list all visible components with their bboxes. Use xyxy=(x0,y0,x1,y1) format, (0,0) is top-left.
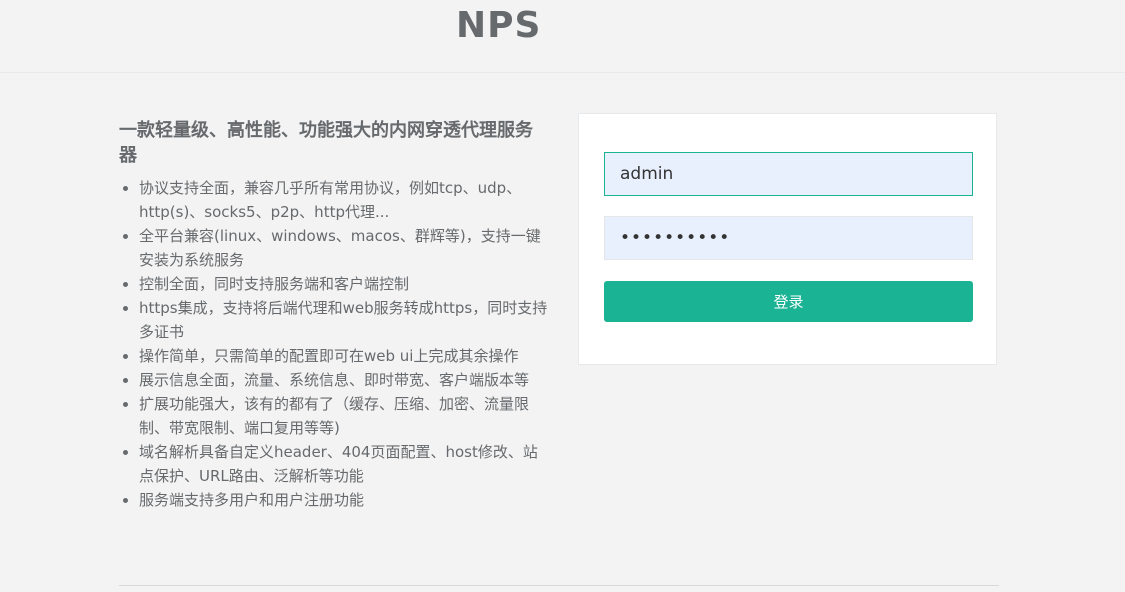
feature-item: https集成，支持将后端代理和web服务转成https，同时支持多证书 xyxy=(139,296,549,344)
feature-item: 控制全面，同时支持服务端和客户端控制 xyxy=(139,272,549,296)
login-form: 登录 xyxy=(578,113,997,365)
feature-item: 服务端支持多用户和用户注册功能 xyxy=(139,488,549,512)
feature-item: 全平台兼容(linux、windows、macos、群辉等)，支持一键安装为系统… xyxy=(139,224,549,272)
top-header: NPS xyxy=(0,0,1125,73)
feature-item: 扩展功能强大，该有的都有了（缓存、压缩、加密、流量限制、带宽限制、端口复用等等) xyxy=(139,392,549,440)
feature-item: 操作简单，只需简单的配置即可在web ui上完成其余操作 xyxy=(139,344,549,368)
feature-item: 域名解析具备自定义header、404页面配置、host修改、站点保护、URL路… xyxy=(139,440,549,488)
feature-list: 协议支持全面，兼容几乎所有常用协议，例如tcp、udp、http(s)、sock… xyxy=(119,176,549,512)
username-input[interactable] xyxy=(604,152,973,196)
app-logo: NPS xyxy=(456,5,542,46)
feature-item: 展示信息全面，流量、系统信息、即时带宽、客户端版本等 xyxy=(139,368,549,392)
intro-section: 一款轻量级、高性能、功能强大的内网穿透代理服务器 协议支持全面，兼容几乎所有常用… xyxy=(119,118,549,512)
login-button[interactable]: 登录 xyxy=(604,281,973,322)
password-input[interactable] xyxy=(604,216,973,260)
intro-title: 一款轻量级、高性能、功能强大的内网穿透代理服务器 xyxy=(119,120,533,166)
feature-item: 协议支持全面，兼容几乎所有常用协议，例如tcp、udp、http(s)、sock… xyxy=(139,176,549,224)
footer-divider xyxy=(119,585,999,586)
